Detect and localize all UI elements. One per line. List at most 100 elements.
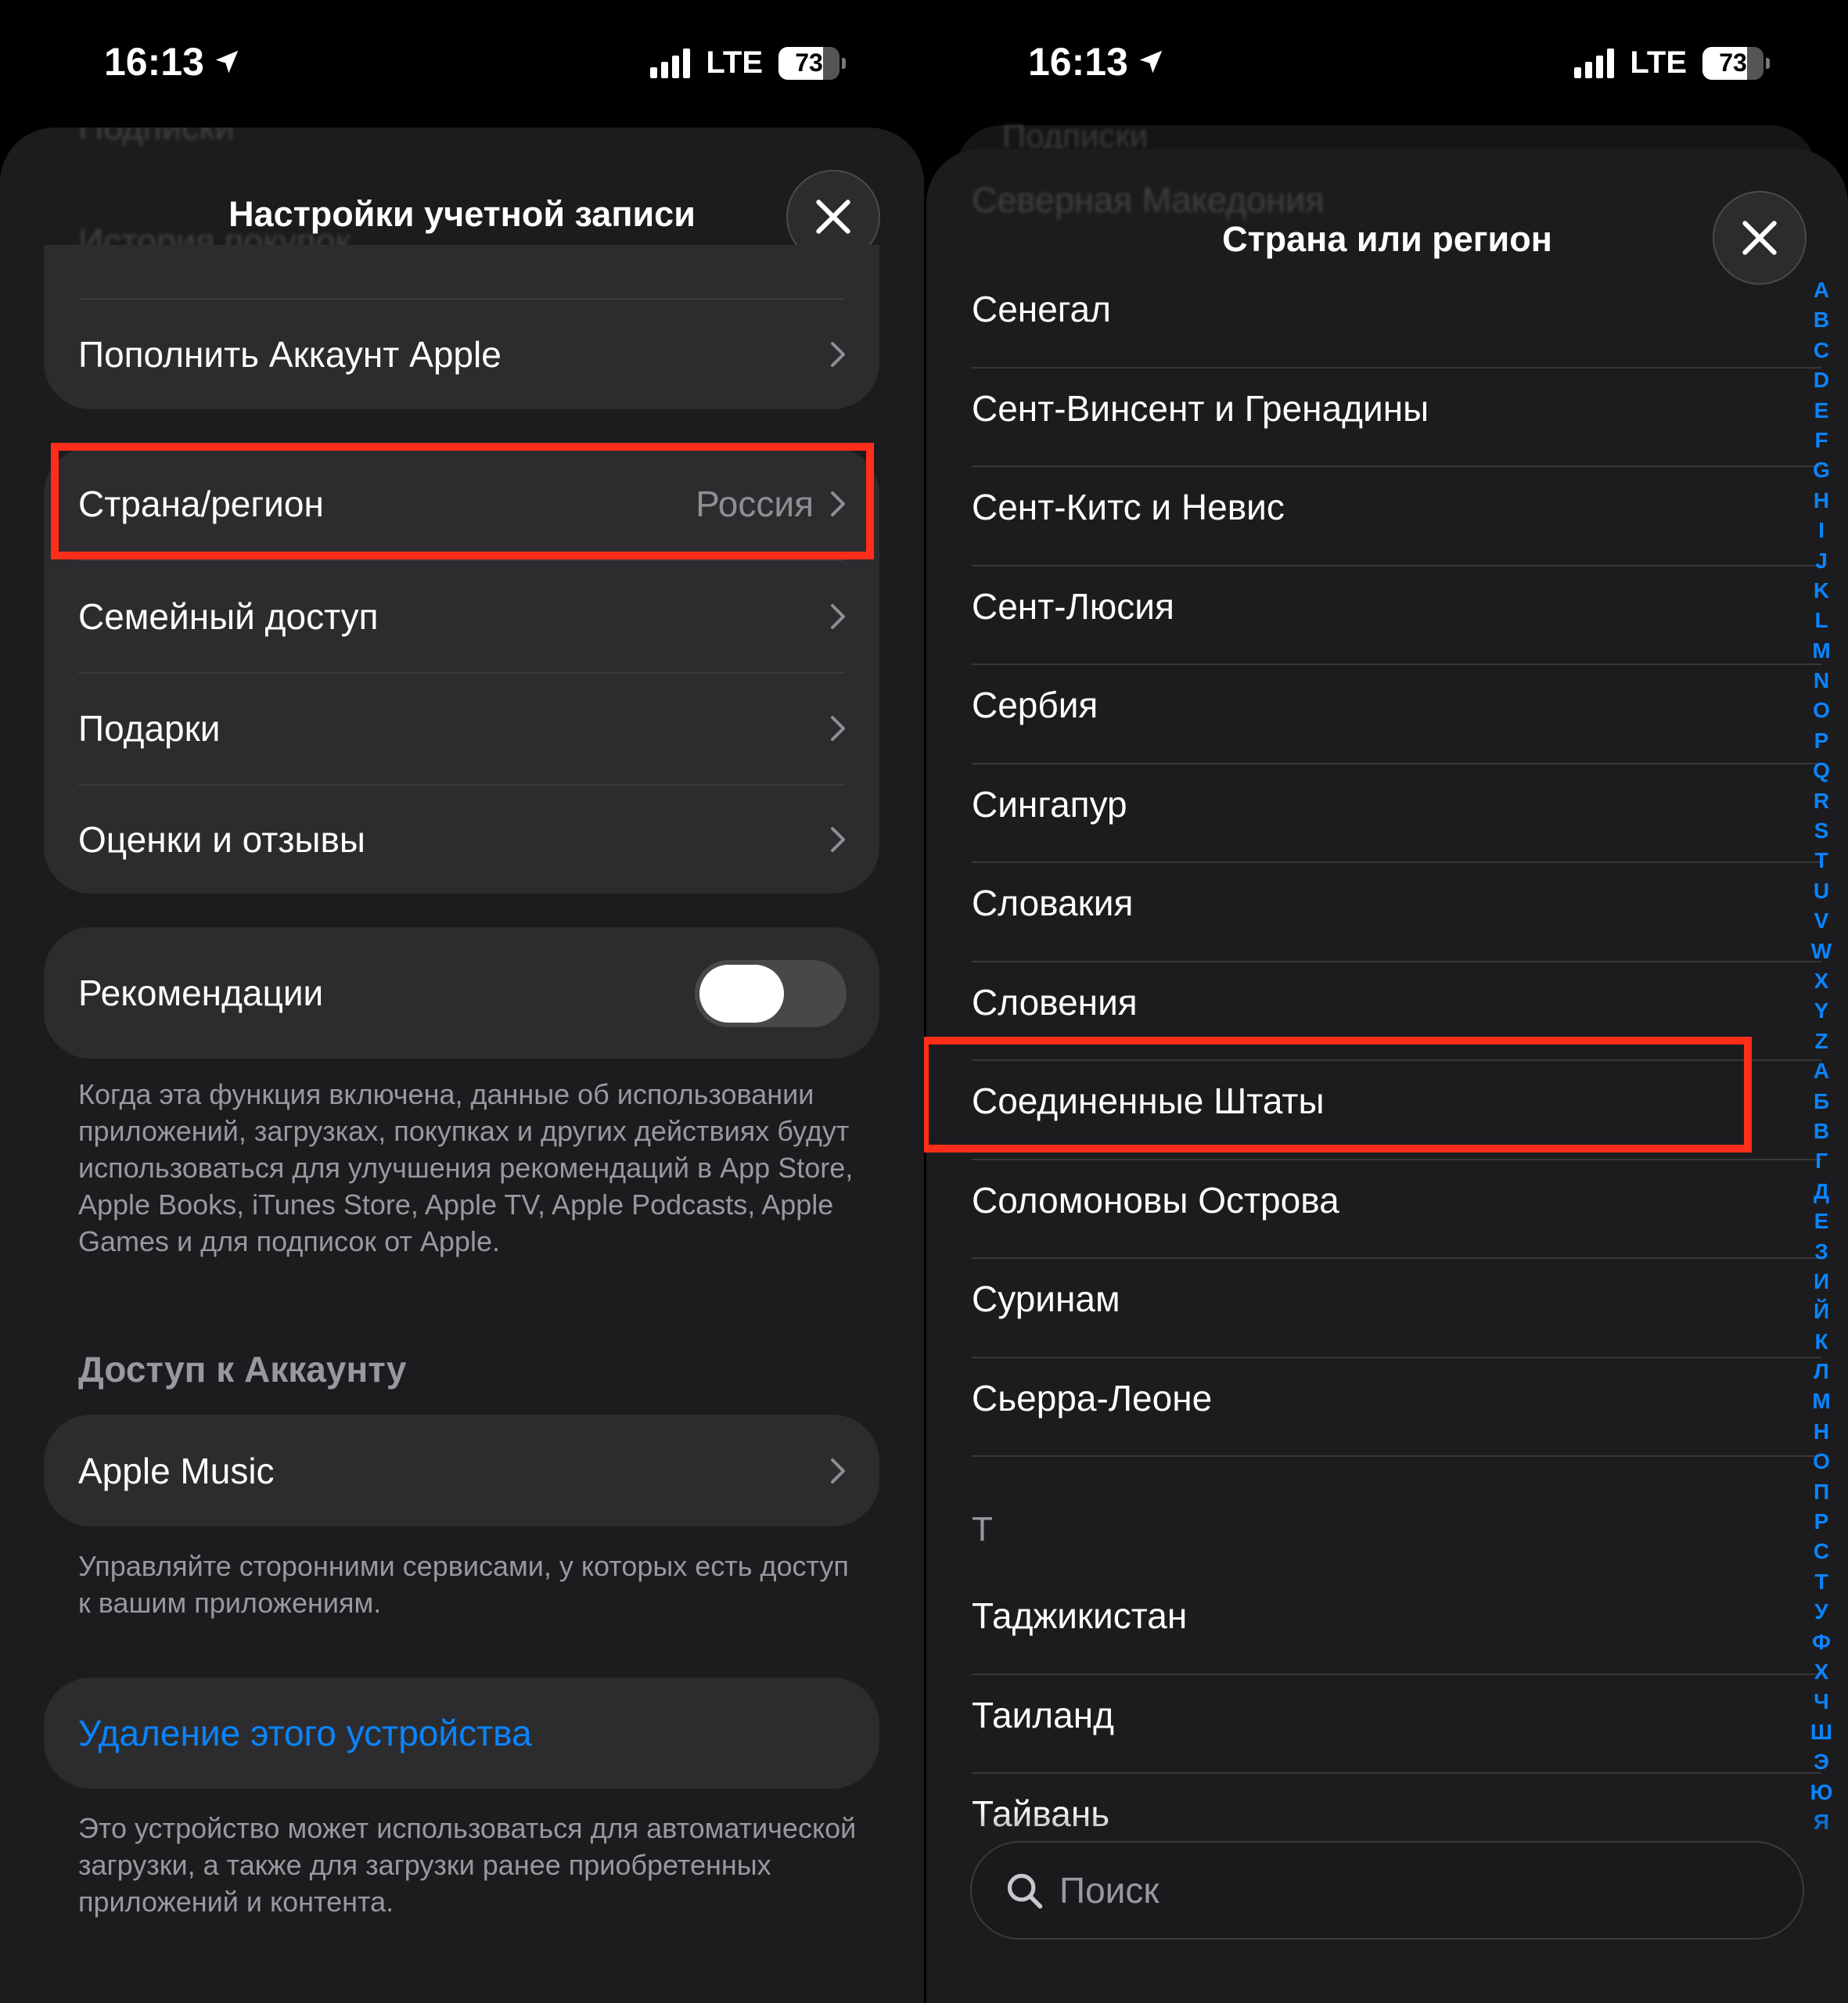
index-letter[interactable]: Г — [1806, 1146, 1837, 1176]
country-row[interactable]: Соломоновы Острова — [972, 1179, 1821, 1221]
index-letter[interactable]: Ш — [1806, 1717, 1837, 1747]
index-letter[interactable]: Ю — [1806, 1778, 1837, 1807]
index-letter[interactable]: O — [1806, 696, 1837, 725]
chevron-right-icon — [831, 827, 845, 852]
index-letter[interactable]: A — [1806, 275, 1837, 305]
index-letter[interactable]: X — [1806, 966, 1837, 996]
index-letter[interactable]: Р — [1806, 1507, 1837, 1537]
top-up-account-row-content[interactable]: Пополнить Аккаунт Apple — [44, 300, 879, 409]
country-row[interactable]: Словакия — [972, 882, 1821, 924]
search-input[interactable] — [1058, 1843, 1771, 1938]
index-letter[interactable]: А — [1806, 1056, 1837, 1086]
country-row[interactable]: Сент-Люсия — [972, 585, 1821, 628]
index-letter[interactable]: S — [1806, 816, 1837, 846]
index-letter[interactable]: W — [1806, 937, 1837, 966]
apple-music-row[interactable]: Apple Music — [44, 1415, 879, 1527]
index-letter[interactable]: К — [1806, 1327, 1837, 1357]
index-letter[interactable]: Х — [1806, 1657, 1837, 1687]
index-letter[interactable]: J — [1806, 546, 1837, 576]
index-letter[interactable]: Й — [1806, 1296, 1837, 1326]
index-letter[interactable]: D — [1806, 365, 1837, 395]
index-letter[interactable]: Э — [1806, 1747, 1837, 1777]
index-letter[interactable]: P — [1806, 726, 1837, 756]
index-letter[interactable]: M — [1806, 636, 1837, 666]
list-separator — [972, 663, 1821, 665]
index-letter[interactable]: Е — [1806, 1206, 1837, 1236]
index-letter[interactable]: V — [1806, 906, 1837, 936]
top-up-account-text: Пополнить Аккаунт Apple — [78, 334, 502, 375]
country-region-sheet: Северная Македония Страна или регион Сен… — [926, 149, 1848, 2003]
family-sharing-row[interactable]: Семейный доступ — [44, 561, 879, 671]
sheet-title: Страна или регион — [1222, 219, 1552, 259]
index-letter[interactable]: N — [1806, 666, 1837, 696]
country-row[interactable]: Таиланд — [972, 1694, 1821, 1736]
ghost-row-north-macedonia: Северная Македония — [972, 180, 1325, 220]
remove-device-row[interactable]: Удаление этого устройства — [44, 1678, 879, 1789]
index-letter[interactable]: R — [1806, 786, 1837, 816]
index-letter[interactable]: Т — [1806, 1567, 1837, 1597]
index-letter[interactable]: G — [1806, 455, 1837, 485]
country-region-label: Страна/регион — [78, 483, 324, 524]
list-separator — [972, 1455, 1821, 1457]
country-row[interactable]: Таджикистан — [972, 1595, 1821, 1637]
country-row[interactable]: Сьерра-Леоне — [972, 1377, 1821, 1419]
recommendations-note: Когда эта функция включена, данные об ис… — [78, 1078, 854, 1257]
index-letter[interactable]: K — [1806, 576, 1837, 606]
index-letter[interactable]: О — [1806, 1447, 1837, 1476]
index-letter[interactable]: Y — [1806, 996, 1837, 1026]
index-letter[interactable]: С — [1806, 1537, 1837, 1566]
index-letter[interactable]: U — [1806, 876, 1837, 906]
index-letter[interactable]: П — [1806, 1477, 1837, 1507]
status-bar: 16:13 LTE 73 — [0, 0, 924, 117]
location-arrow-icon — [1139, 50, 1163, 74]
country-region-value: Россия — [696, 483, 814, 524]
alphabet-index-bar[interactable]: ABCDEFGHIJKLMNOPQRSTUVWXYZАБВГДЕЗИЙКЛМНО… — [1806, 275, 1837, 1837]
index-letter[interactable]: H — [1806, 486, 1837, 516]
index-letter[interactable]: Ч — [1806, 1687, 1837, 1717]
index-letter[interactable]: М — [1806, 1386, 1837, 1416]
country-region-row[interactable]: Страна/регион Россия — [44, 448, 879, 559]
list-separator — [972, 1059, 1821, 1061]
ratings-reviews-row[interactable]: Оценки и отзывы — [44, 786, 879, 894]
index-letter[interactable]: C — [1806, 336, 1837, 365]
search-bar[interactable] — [970, 1841, 1804, 1940]
index-letter[interactable]: L — [1806, 606, 1837, 635]
ratings-reviews-label: Оценки и отзывы — [78, 819, 365, 860]
country-row[interactable]: Сенегал — [972, 288, 1821, 330]
index-letter[interactable]: Ф — [1806, 1627, 1837, 1657]
index-letter[interactable]: З — [1806, 1237, 1837, 1267]
index-letter[interactable]: F — [1806, 426, 1837, 455]
close-button[interactable] — [1713, 191, 1807, 285]
list-separator — [972, 1257, 1821, 1259]
country-row[interactable]: Сингапур — [972, 783, 1821, 825]
account-access-header: Доступ к Аккаунту — [78, 1349, 407, 1390]
country-row[interactable]: Сербия — [972, 684, 1821, 726]
country-row[interactable]: Словения — [972, 981, 1821, 1023]
gifts-row[interactable]: Подарки — [44, 674, 879, 783]
country-row[interactable]: Сент-Китс и Невис — [972, 486, 1821, 528]
status-bar: 16:13 LTE 73 — [924, 0, 1848, 117]
index-letter[interactable]: Н — [1806, 1417, 1837, 1447]
index-letter[interactable]: У — [1806, 1597, 1837, 1627]
index-letter[interactable]: I — [1806, 516, 1837, 545]
index-letter[interactable]: Q — [1806, 756, 1837, 786]
index-letter[interactable]: E — [1806, 396, 1837, 426]
list-separator — [972, 1772, 1821, 1774]
account-options-group: Страна/регион Россия Семейный доступ Под… — [44, 448, 879, 894]
recommendations-toggle[interactable] — [695, 960, 847, 1027]
country-row[interactable]: Соединенные Штаты — [972, 1080, 1821, 1122]
country-region-screen: 16:13 LTE 73 Подписки Северная Македония… — [924, 0, 1848, 2003]
index-letter[interactable]: В — [1806, 1117, 1837, 1146]
index-letter[interactable]: Z — [1806, 1027, 1837, 1056]
index-letter[interactable]: Б — [1806, 1087, 1837, 1117]
index-letter[interactable]: Д — [1806, 1177, 1837, 1206]
index-letter[interactable]: B — [1806, 305, 1837, 335]
index-letter[interactable]: T — [1806, 846, 1837, 876]
toggle-knob — [699, 965, 784, 1023]
index-letter[interactable]: И — [1806, 1267, 1837, 1296]
cellular-signal-icon — [1574, 48, 1615, 78]
country-row[interactable]: Сент-Винсент и Гренадины — [972, 387, 1821, 430]
index-letter[interactable]: Л — [1806, 1357, 1837, 1386]
status-indicators: LTE 73 — [1574, 45, 1770, 81]
country-row[interactable]: Суринам — [972, 1278, 1821, 1320]
